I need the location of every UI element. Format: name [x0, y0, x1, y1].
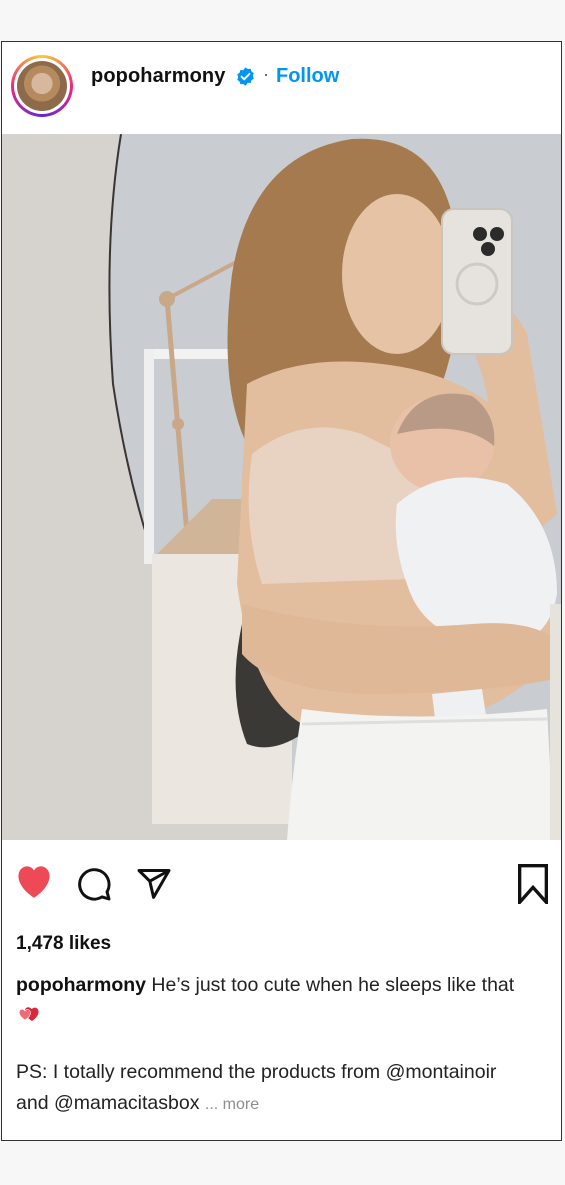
avatar-image: [17, 61, 67, 111]
username[interactable]: popoharmony: [91, 65, 225, 88]
caption-ps-line1: PS: I totally recommend the products fro…: [16, 1061, 497, 1083]
instagram-post-card: popoharmony · Follow 1,478 likes popohar…: [1, 41, 562, 1141]
caption-username[interactable]: popoharmony: [16, 974, 146, 996]
avatar[interactable]: [11, 55, 73, 117]
likes-count[interactable]: 1,478 likes: [16, 933, 111, 955]
post-header: popoharmony · Follow: [2, 42, 561, 134]
verified-badge-icon: [237, 67, 254, 86]
bookmark-icon[interactable]: [516, 864, 550, 904]
post-photo[interactable]: [2, 134, 561, 840]
two-hearts-icon: [18, 1007, 39, 1021]
caption-ps-line2: and @mamacitasbox: [16, 1092, 200, 1114]
header-separator: ·: [263, 64, 269, 84]
caption-text: He’s just too cute when he sleeps like t…: [151, 974, 515, 996]
post-image: [2, 134, 561, 840]
share-icon[interactable]: [135, 866, 173, 902]
more-link[interactable]: ... more: [205, 1096, 259, 1113]
post-caption: popoharmony He’s just too cute when he s…: [16, 970, 556, 1030]
follow-button[interactable]: Follow: [276, 65, 339, 88]
comment-icon[interactable]: [75, 866, 113, 902]
post-actions: [2, 862, 561, 912]
heart-icon[interactable]: [15, 864, 53, 900]
caption-ps: PS: I totally recommend the products fro…: [16, 1057, 556, 1120]
